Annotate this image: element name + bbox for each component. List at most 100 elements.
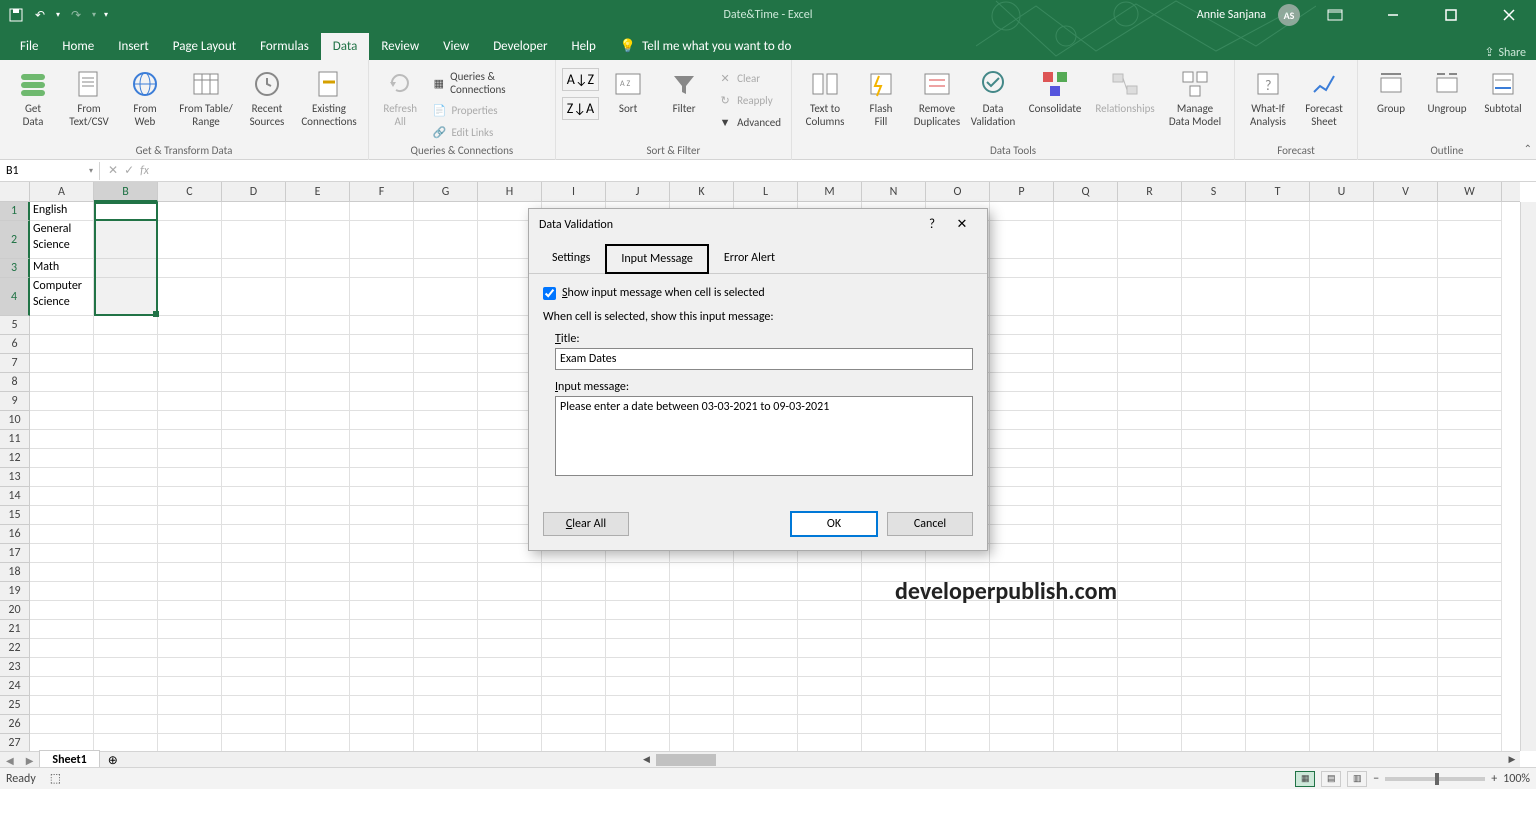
- cell-E21[interactable]: [286, 620, 350, 639]
- cell-W18[interactable]: [1438, 563, 1502, 582]
- cell-B19[interactable]: [94, 582, 158, 601]
- cell-D13[interactable]: [222, 468, 286, 487]
- add-sheet-icon[interactable]: ⊕: [100, 753, 126, 768]
- cell-E12[interactable]: [286, 449, 350, 468]
- cell-P4[interactable]: [990, 278, 1054, 316]
- get-data-button[interactable]: Get Data: [6, 66, 60, 130]
- row-header-7[interactable]: 7: [0, 354, 29, 373]
- cell-C3[interactable]: [158, 259, 222, 278]
- cell-P5[interactable]: [990, 316, 1054, 335]
- fx-icon[interactable]: fx: [140, 164, 149, 178]
- cell-D10[interactable]: [222, 411, 286, 430]
- cell-V16[interactable]: [1374, 525, 1438, 544]
- cell-T22[interactable]: [1246, 639, 1310, 658]
- cell-W22[interactable]: [1438, 639, 1502, 658]
- cell-D15[interactable]: [222, 506, 286, 525]
- column-header-D[interactable]: D: [222, 182, 286, 201]
- cell-F20[interactable]: [350, 601, 414, 620]
- cell-D8[interactable]: [222, 373, 286, 392]
- cell-G7[interactable]: [414, 354, 478, 373]
- cell-B11[interactable]: [94, 430, 158, 449]
- column-header-R[interactable]: R: [1118, 182, 1182, 201]
- cell-D1[interactable]: [222, 202, 286, 221]
- cell-S14[interactable]: [1182, 487, 1246, 506]
- dialog-tab-error-alert[interactable]: Error Alert: [709, 244, 790, 274]
- tab-view[interactable]: View: [431, 33, 481, 60]
- cell-E18[interactable]: [286, 563, 350, 582]
- cell-U6[interactable]: [1310, 335, 1374, 354]
- cell-W6[interactable]: [1438, 335, 1502, 354]
- cell-J20[interactable]: [606, 601, 670, 620]
- cell-P22[interactable]: [990, 639, 1054, 658]
- row-header-1[interactable]: 1: [0, 202, 30, 221]
- column-header-C[interactable]: C: [158, 182, 222, 201]
- cell-F9[interactable]: [350, 392, 414, 411]
- cell-Q2[interactable]: [1054, 221, 1118, 259]
- cell-D19[interactable]: [222, 582, 286, 601]
- tab-home[interactable]: Home: [50, 33, 106, 60]
- cell-C2[interactable]: [158, 221, 222, 259]
- tab-insert[interactable]: Insert: [106, 33, 161, 60]
- cell-M19[interactable]: [798, 582, 862, 601]
- cell-W13[interactable]: [1438, 468, 1502, 487]
- cell-T25[interactable]: [1246, 696, 1310, 715]
- cell-B14[interactable]: [94, 487, 158, 506]
- zoom-level[interactable]: 100%: [1503, 772, 1530, 786]
- scroll-thumb[interactable]: [656, 754, 716, 766]
- cell-D14[interactable]: [222, 487, 286, 506]
- show-input-message-checkbox-input[interactable]: [543, 287, 556, 300]
- cell-K24[interactable]: [670, 677, 734, 696]
- scroll-right-icon[interactable]: ▶: [1504, 752, 1520, 768]
- cell-G25[interactable]: [414, 696, 478, 715]
- cell-J23[interactable]: [606, 658, 670, 677]
- cell-F16[interactable]: [350, 525, 414, 544]
- cell-U2[interactable]: [1310, 221, 1374, 259]
- cell-C18[interactable]: [158, 563, 222, 582]
- whatif-button[interactable]: ? What-If Analysis: [1241, 66, 1295, 130]
- cell-R12[interactable]: [1118, 449, 1182, 468]
- cell-G11[interactable]: [414, 430, 478, 449]
- cell-V18[interactable]: [1374, 563, 1438, 582]
- cell-A6[interactable]: [30, 335, 94, 354]
- cell-W14[interactable]: [1438, 487, 1502, 506]
- cell-G3[interactable]: [414, 259, 478, 278]
- cell-A10[interactable]: [30, 411, 94, 430]
- tell-me-search[interactable]: 💡 Tell me what you want to do: [608, 33, 804, 60]
- cell-P14[interactable]: [990, 487, 1054, 506]
- cell-J26[interactable]: [606, 715, 670, 734]
- cell-W19[interactable]: [1438, 582, 1502, 601]
- cell-L24[interactable]: [734, 677, 798, 696]
- cell-I18[interactable]: [542, 563, 606, 582]
- cell-S1[interactable]: [1182, 202, 1246, 221]
- cell-V3[interactable]: [1374, 259, 1438, 278]
- save-icon[interactable]: [8, 7, 24, 23]
- zoom-slider[interactable]: [1385, 777, 1485, 781]
- cell-Q24[interactable]: [1054, 677, 1118, 696]
- cell-S21[interactable]: [1182, 620, 1246, 639]
- column-header-B[interactable]: B: [94, 182, 158, 202]
- cancel-formula-icon[interactable]: ✕: [108, 163, 118, 178]
- cell-E17[interactable]: [286, 544, 350, 563]
- cell-I21[interactable]: [542, 620, 606, 639]
- cell-M21[interactable]: [798, 620, 862, 639]
- cell-B25[interactable]: [94, 696, 158, 715]
- cell-C26[interactable]: [158, 715, 222, 734]
- cell-F1[interactable]: [350, 202, 414, 221]
- cell-B8[interactable]: [94, 373, 158, 392]
- tab-page-layout[interactable]: Page Layout: [161, 33, 248, 60]
- cell-G12[interactable]: [414, 449, 478, 468]
- zoom-out-icon[interactable]: −: [1373, 772, 1379, 786]
- cell-A4[interactable]: Computer Science: [30, 278, 94, 316]
- cell-H18[interactable]: [478, 563, 542, 582]
- select-all-button[interactable]: [0, 182, 30, 202]
- cell-Q9[interactable]: [1054, 392, 1118, 411]
- cell-P25[interactable]: [990, 696, 1054, 715]
- cell-F11[interactable]: [350, 430, 414, 449]
- show-input-message-checkbox[interactable]: Show input message when cell is selected: [543, 286, 973, 300]
- cell-W25[interactable]: [1438, 696, 1502, 715]
- cell-D16[interactable]: [222, 525, 286, 544]
- cell-G2[interactable]: [414, 221, 478, 259]
- cell-B16[interactable]: [94, 525, 158, 544]
- cell-D5[interactable]: [222, 316, 286, 335]
- cell-F4[interactable]: [350, 278, 414, 316]
